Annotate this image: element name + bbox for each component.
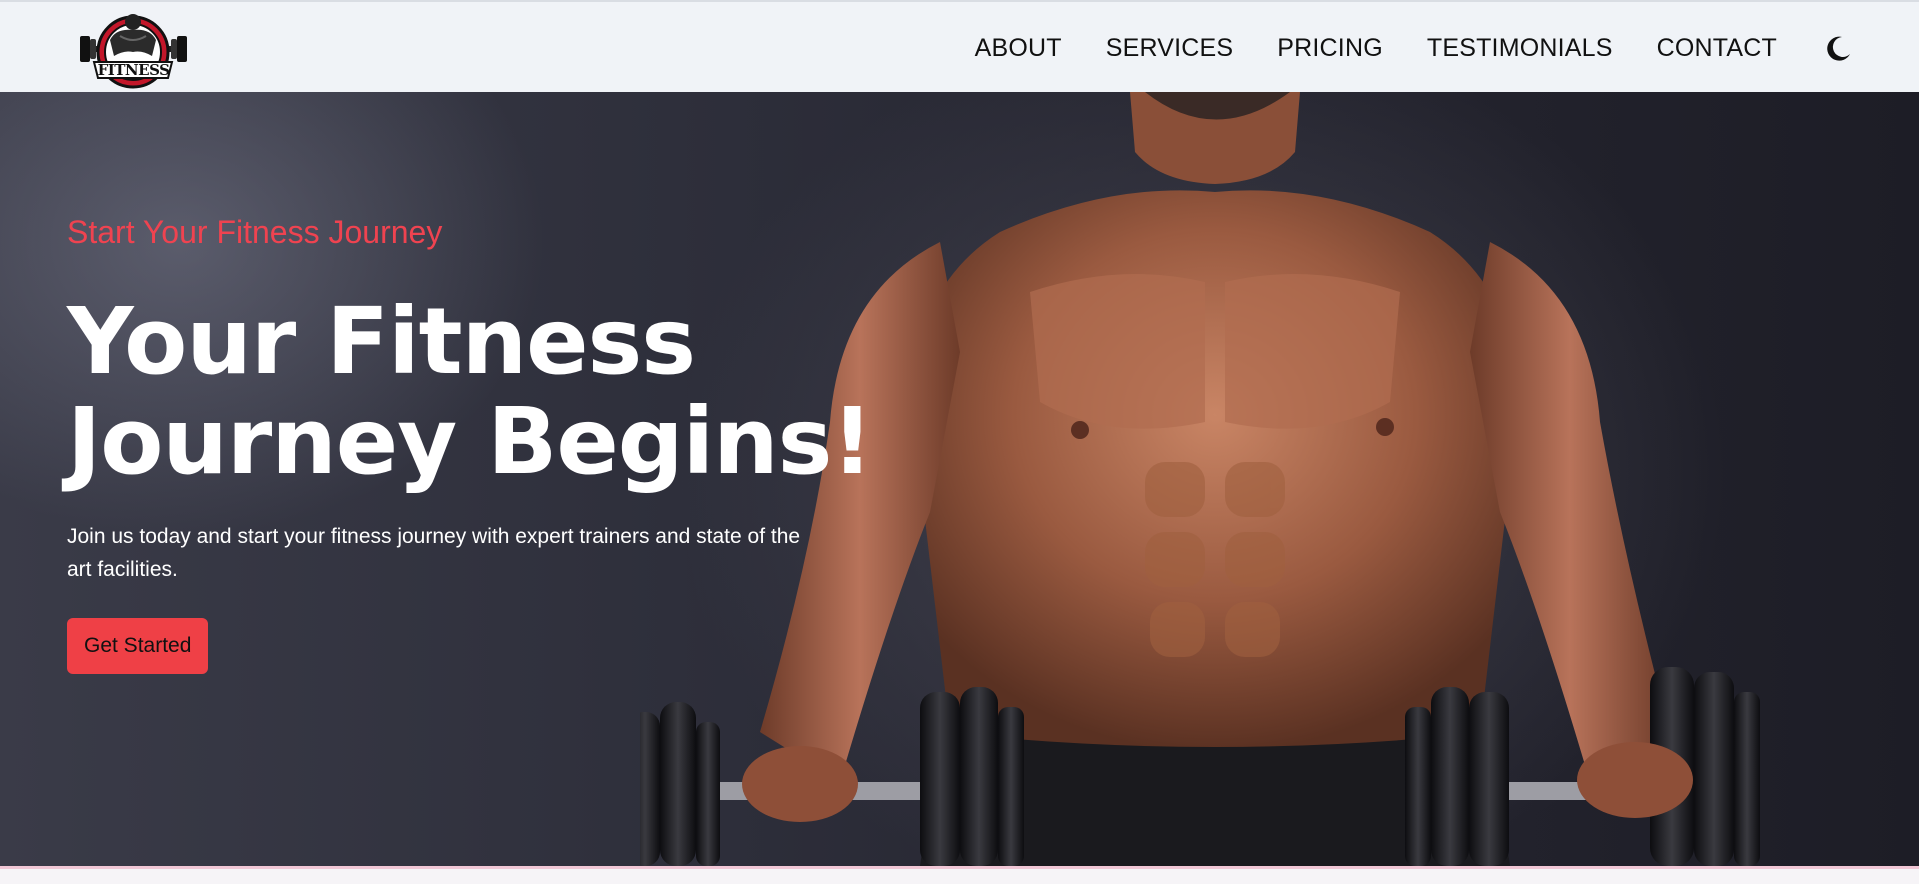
logo-emblem <box>80 14 187 89</box>
nav-testimonials[interactable]: TESTIMONIALS <box>1427 34 1613 63</box>
headline-line-2: Journey Begins! <box>67 388 873 495</box>
nav-about[interactable]: ABOUT <box>975 34 1062 63</box>
nav-contact[interactable]: CONTACT <box>1657 34 1777 63</box>
fitness-logo[interactable]: FITNESS <box>80 6 187 92</box>
nav-services[interactable]: SERVICES <box>1106 34 1234 63</box>
hero-subtext: Join us today and start your fitness jou… <box>67 525 801 581</box>
hero-content: Start Your Fitness Journey Your Fitness … <box>67 212 873 674</box>
page: FITNESS ABOUT SERVICES PRICING TESTIMONI… <box>0 0 1919 884</box>
headline-line-1: Your Fitness <box>67 288 696 395</box>
get-started-button[interactable]: Get Started <box>67 618 209 674</box>
site-header: FITNESS ABOUT SERVICES PRICING TESTIMONI… <box>0 0 1919 92</box>
hero-eyebrow: Start Your Fitness Journey <box>67 214 443 250</box>
hero-section: Start Your Fitness Journey Your Fitness … <box>0 92 1919 866</box>
theme-toggle-button[interactable] <box>1821 32 1855 66</box>
logo-text: FITNESS <box>97 61 170 79</box>
hero-headline: Your Fitness Journey Begins! <box>67 288 873 495</box>
nav-pricing[interactable]: PRICING <box>1277 34 1383 63</box>
section-divider <box>0 866 1919 884</box>
moon-icon <box>1827 36 1850 61</box>
main-nav: ABOUT SERVICES PRICING TESTIMONIALS CONT… <box>975 2 1777 94</box>
